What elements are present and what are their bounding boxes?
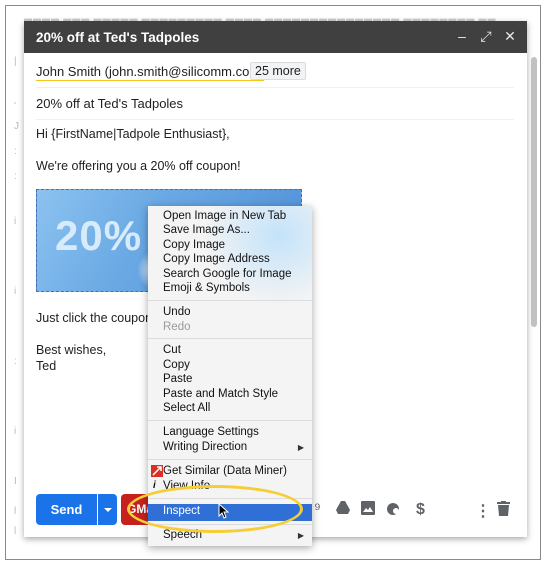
attach-icon[interactable]: ⁹ xyxy=(314,501,321,519)
more-recipients-button[interactable]: 25 more xyxy=(250,62,306,80)
click-instruction-text: Just click the coupon to xyxy=(36,311,166,325)
menu-copy[interactable]: Copy xyxy=(163,359,190,371)
menu-separator xyxy=(148,420,312,421)
menu-get-similar[interactable]: Get Similar (Data Miner) xyxy=(163,465,287,477)
menu-undo[interactable]: Undo xyxy=(163,306,191,318)
greeting-text: Hi {FirstName|Tadpole Enthusiast}, xyxy=(36,127,230,141)
menu-search-google-image[interactable]: Search Google for Image xyxy=(163,268,292,280)
recipients-row[interactable]: John Smith (john.smith@silicomm.com) 25 … xyxy=(36,61,514,88)
submenu-arrow-icon: ▶ xyxy=(297,443,304,452)
menu-copy-image[interactable]: Copy Image xyxy=(163,239,225,251)
subject-row[interactable]: 20% off at Ted's Tadpoles xyxy=(36,93,514,120)
menu-separator xyxy=(148,338,312,339)
submenu-arrow-icon: ▶ xyxy=(297,531,304,540)
menu-copy-image-address[interactable]: Copy Image Address xyxy=(163,253,270,265)
menu-emoji-symbols[interactable]: Emoji & Symbols xyxy=(163,282,250,294)
menu-select-all[interactable]: Select All xyxy=(163,402,210,414)
send-options-button[interactable] xyxy=(98,494,117,525)
menu-language-settings[interactable]: Language Settings xyxy=(163,426,259,438)
offer-text: We're offering you a 20% off coupon! xyxy=(36,159,241,173)
menu-cut[interactable]: Cut xyxy=(163,344,181,356)
menu-writing-direction[interactable]: Writing Direction xyxy=(163,441,247,453)
compose-title: 20% off at Ted's Tadpoles xyxy=(36,30,200,45)
signature-name: Ted xyxy=(36,359,57,373)
trash-icon[interactable] xyxy=(497,501,510,521)
menu-save-image-as[interactable]: Save Image As... xyxy=(163,224,250,236)
recipient-chip[interactable]: John Smith (john.smith@silicomm.com) xyxy=(36,64,265,81)
close-icon[interactable]: ✕ xyxy=(503,29,517,44)
menu-separator xyxy=(148,300,312,301)
confidential-icon[interactable] xyxy=(386,501,401,521)
menu-open-image-new-tab[interactable]: Open Image in New Tab xyxy=(163,210,286,222)
minimize-icon[interactable]: – xyxy=(455,29,469,44)
send-button[interactable]: Send xyxy=(36,494,97,525)
info-icon: i xyxy=(153,480,156,491)
subject-field[interactable]: 20% off at Ted's Tadpoles xyxy=(36,96,183,111)
menu-separator xyxy=(148,459,312,460)
signoff-text: Best wishes, xyxy=(36,343,107,357)
expand-icon[interactable]: ⤢ xyxy=(479,29,493,44)
compose-titlebar[interactable]: 20% off at Ted's Tadpoles – ⤢ ✕ xyxy=(24,21,527,53)
coupon-percent: 20% xyxy=(55,212,143,259)
data-miner-icon xyxy=(151,465,163,480)
scrollbar-thumb[interactable] xyxy=(531,57,537,327)
menu-paste-match-style[interactable]: Paste and Match Style xyxy=(163,388,278,400)
money-icon[interactable]: $ xyxy=(416,501,425,519)
scrollbar[interactable] xyxy=(529,53,539,531)
menu-redo: Redo xyxy=(163,321,191,333)
more-options-icon[interactable]: ⋮ xyxy=(475,501,491,521)
photo-icon[interactable] xyxy=(361,501,375,520)
mouse-cursor-icon xyxy=(218,503,230,519)
drive-icon[interactable] xyxy=(336,501,350,519)
menu-paste[interactable]: Paste xyxy=(163,373,192,385)
annotation-highlight-ellipse xyxy=(127,485,303,533)
